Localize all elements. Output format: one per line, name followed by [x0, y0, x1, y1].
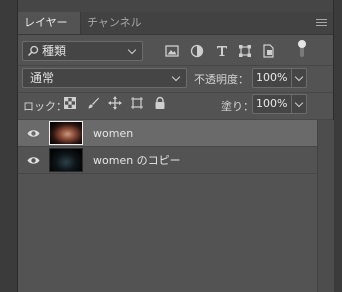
blend-mode-select[interactable]: 通常	[22, 68, 187, 88]
search-icon	[27, 45, 39, 57]
filter-toggle-icon[interactable]	[297, 39, 307, 59]
lock-position-icon[interactable]	[108, 96, 122, 110]
filter-kind-label: 種類	[42, 44, 67, 58]
layers-panel: レイヤー チャンネル 種類 通常 不透明度： 100% ロック： 塗り： 100…	[18, 12, 334, 292]
chevron-down-icon	[294, 98, 304, 108]
opacity-input[interactable]: 100%	[252, 68, 292, 88]
layer-name: women のコピー	[93, 154, 181, 167]
visibility-eye-icon[interactable]	[27, 156, 40, 165]
panel-tab-bar: レイヤー チャンネル	[18, 12, 333, 35]
layer-thumbnail	[49, 148, 83, 172]
tab-channels[interactable]: チャンネル	[80, 12, 148, 34]
panel-divider	[18, 65, 333, 66]
smart-object-filter-icon[interactable]	[262, 44, 276, 58]
layer-thumbnail	[49, 121, 83, 145]
panel-divider	[18, 92, 333, 93]
layer-row-women[interactable]: women	[18, 120, 317, 147]
visibility-eye-icon[interactable]	[27, 129, 40, 138]
filter-kind-select[interactable]: 種類	[22, 41, 143, 61]
lock-image-pixels-icon[interactable]	[86, 96, 100, 110]
lock-label: ロック：	[23, 100, 67, 113]
left-dock-edge	[0, 0, 18, 292]
right-dock-edge	[333, 0, 342, 292]
opacity-dropdown-button[interactable]	[292, 68, 307, 88]
layer-row-women-copy[interactable]: women のコピー	[18, 147, 317, 174]
chevron-down-icon	[171, 72, 181, 82]
blend-mode-label: 通常	[30, 71, 55, 85]
lock-transparent-pixels-icon[interactable]	[64, 97, 76, 109]
chevron-down-icon	[127, 45, 137, 55]
opacity-label: 不透明度：	[194, 73, 249, 86]
lock-all-icon[interactable]	[153, 96, 167, 110]
fill-input[interactable]: 100%	[252, 94, 292, 114]
layer-name: women	[93, 127, 134, 140]
type-filter-icon[interactable]	[215, 44, 229, 58]
shape-filter-icon[interactable]	[238, 44, 252, 58]
layers-scrollbar[interactable]	[317, 120, 334, 292]
adjustment-filter-icon[interactable]	[190, 44, 204, 58]
lock-artboard-icon[interactable]	[130, 96, 144, 110]
panel-menu-icon[interactable]	[316, 19, 327, 27]
tab-layers[interactable]: レイヤー	[18, 12, 80, 34]
fill-label: 塗り：	[221, 100, 254, 113]
image-filter-icon[interactable]	[165, 44, 179, 58]
fill-dropdown-button[interactable]	[292, 94, 307, 114]
chevron-down-icon	[294, 72, 304, 82]
